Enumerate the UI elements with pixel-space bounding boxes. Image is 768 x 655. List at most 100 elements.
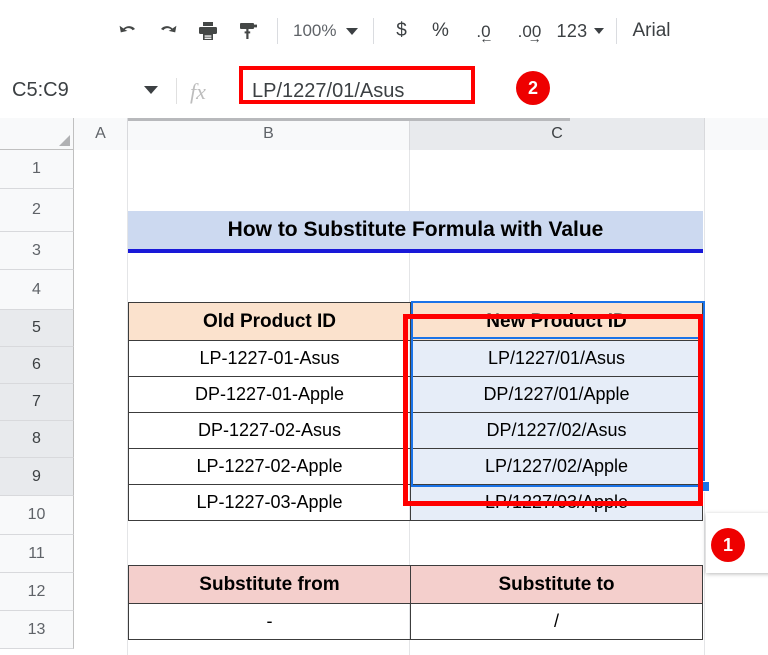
toolbar-divider — [277, 18, 278, 44]
toolbar-divider — [373, 18, 375, 44]
row-header-label: 4 — [32, 280, 41, 298]
zoom-value: 100% — [293, 21, 337, 40]
row-header-5[interactable]: 5 — [0, 310, 74, 347]
increase-decimal-button[interactable]: .00 → — [505, 11, 553, 51]
name-box[interactable]: C5:C9 — [12, 76, 162, 104]
row-header-12[interactable]: 12 — [0, 573, 74, 611]
row-header-6[interactable]: 6 — [0, 347, 74, 384]
cell-b8[interactable]: LP-1227-02-Apple — [128, 448, 411, 485]
column-header-d[interactable] — [705, 118, 768, 150]
currency-format-button[interactable]: $ — [383, 11, 419, 51]
row-header-11[interactable]: 11 — [0, 535, 74, 573]
cell-c12[interactable]: / — [410, 603, 703, 640]
annotation-badge-1: 1 — [711, 528, 745, 562]
cell-b6[interactable]: DP-1227-01-Apple — [128, 376, 411, 413]
chevron-down-icon — [144, 86, 158, 94]
column-header-substitute-from[interactable]: Substitute from — [128, 565, 411, 604]
fill-handle[interactable] — [699, 481, 710, 492]
print-icon[interactable] — [188, 11, 228, 51]
font-name-label: Arial — [632, 20, 671, 41]
chevron-down-icon — [346, 27, 359, 35]
table-row: DP-1227-01-Apple DP/1227/01/Apple — [128, 376, 703, 413]
column-header-substitute-to[interactable]: Substitute to — [410, 565, 703, 604]
select-all-corner[interactable] — [0, 118, 74, 150]
column-header-label: A — [95, 125, 106, 142]
formula-highlight-box — [239, 66, 475, 104]
row-headers: 1 2 3 4 5 6 7 8 9 10 11 12 13 — [0, 150, 74, 649]
cell-b12[interactable]: - — [128, 603, 411, 640]
sheet-canvas[interactable]: How to Substitute Formula with Value Old… — [74, 150, 768, 655]
font-name-selector[interactable]: Arial — [626, 20, 676, 42]
row-header-2[interactable]: 2 — [0, 189, 74, 232]
column-c-indicator — [410, 118, 570, 121]
substitute-table: Substitute from Substitute to - / — [128, 565, 703, 640]
arrow-right-icon: → — [527, 29, 542, 46]
row-header-label: 9 — [32, 467, 41, 485]
cell-value: LP-1227-03-Apple — [196, 492, 343, 512]
number-format-button[interactable]: 123 — [553, 11, 607, 51]
column-header-new-product-id[interactable]: New Product ID — [410, 302, 703, 341]
cell-value: LP/1227/01/Asus — [487, 348, 626, 368]
column-header-b[interactable]: B — [128, 118, 410, 150]
cell-b7[interactable]: DP-1227-02-Asus — [128, 412, 411, 449]
zoom-control[interactable]: 100% — [287, 21, 364, 41]
sheet-title-text: How to Substitute Formula with Value — [227, 218, 604, 241]
cell-c7[interactable]: DP/1227/02/Asus — [410, 412, 703, 449]
increase-decimal-icon: .00 → — [518, 22, 542, 45]
row-header-4[interactable]: 4 — [0, 270, 74, 310]
cell-c9[interactable]: LP/1227/03/Apple — [410, 484, 703, 521]
row-header-label: 13 — [27, 620, 46, 638]
row-header-9[interactable]: 9 — [0, 458, 74, 496]
formula-bar-divider — [176, 78, 177, 104]
table-row: LP-1227-01-Asus LP/1227/01/Asus — [128, 340, 703, 377]
cell-c8[interactable]: LP/1227/02/Apple — [410, 448, 703, 485]
spreadsheet-app: 100% $ % .0 ← .00 → 123 Arial C5:C9 fx L… — [0, 0, 768, 655]
cell-c5[interactable]: LP/1227/01/Asus — [410, 340, 703, 377]
paint-format-icon[interactable] — [228, 11, 268, 51]
table-row: DP-1227-02-Asus DP/1227/02/Asus — [128, 412, 703, 449]
header-label: Substitute to — [498, 573, 615, 595]
sheet-title[interactable]: How to Substitute Formula with Value — [128, 211, 703, 253]
table-row: LP-1227-02-Apple LP/1227/02/Apple — [128, 448, 703, 485]
redo-icon[interactable] — [148, 11, 188, 51]
row-header-13[interactable]: 13 — [0, 611, 74, 649]
annotation-badge-2: 2 — [516, 71, 550, 105]
name-box-value: C5:C9 — [12, 78, 69, 101]
cell-b5[interactable]: LP-1227-01-Asus — [128, 340, 411, 377]
row-header-7[interactable]: 7 — [0, 384, 74, 421]
decrease-decimal-icon: .0 ← — [476, 22, 493, 45]
row-header-8[interactable]: 8 — [0, 421, 74, 458]
header-label: Old Product ID — [203, 310, 336, 332]
toolbar-divider — [616, 18, 618, 44]
row-header-3[interactable]: 3 — [0, 232, 74, 270]
cell-value: - — [266, 611, 273, 631]
column-header-a[interactable]: A — [74, 118, 128, 150]
row-header-label: 2 — [32, 201, 41, 218]
percent-format-button[interactable]: % — [419, 11, 461, 51]
cell-value: DP-1227-02-Asus — [197, 420, 342, 440]
cell-b9[interactable]: LP-1227-03-Apple — [128, 484, 411, 521]
cell-c6[interactable]: DP/1227/01/Apple — [410, 376, 703, 413]
row-header-label: 11 — [28, 544, 45, 562]
row-header-1[interactable]: 1 — [0, 150, 74, 189]
cell-value: DP-1227-01-Apple — [194, 384, 345, 404]
row-header-label: 12 — [27, 582, 46, 600]
row-header-10[interactable]: 10 — [0, 496, 74, 535]
grid: A B C 1 2 3 4 5 6 7 8 9 10 11 12 13 How … — [0, 118, 768, 655]
cell-value: / — [553, 611, 559, 631]
table-row: LP-1227-03-Apple LP/1227/03/Apple — [128, 484, 703, 521]
column-header-c[interactable]: C — [410, 118, 705, 150]
column-header-old-product-id[interactable]: Old Product ID — [128, 302, 411, 341]
cell-value: LP-1227-02-Apple — [196, 456, 343, 476]
table-header-row: Old Product ID New Product ID — [128, 302, 703, 341]
row-header-label: 7 — [32, 393, 41, 410]
cell-value: DP/1227/01/Apple — [483, 384, 630, 404]
row-header-label: 3 — [32, 241, 41, 259]
row-header-label: 10 — [27, 506, 46, 523]
undo-icon[interactable] — [108, 11, 148, 51]
product-id-table: Old Product ID New Product ID LP-1227-01… — [128, 302, 703, 521]
decrease-decimal-button[interactable]: .0 ← — [461, 11, 505, 51]
fx-label: fx — [190, 79, 206, 104]
currency-label: $ — [396, 20, 407, 41]
cell-value: LP/1227/02/Apple — [484, 456, 629, 476]
